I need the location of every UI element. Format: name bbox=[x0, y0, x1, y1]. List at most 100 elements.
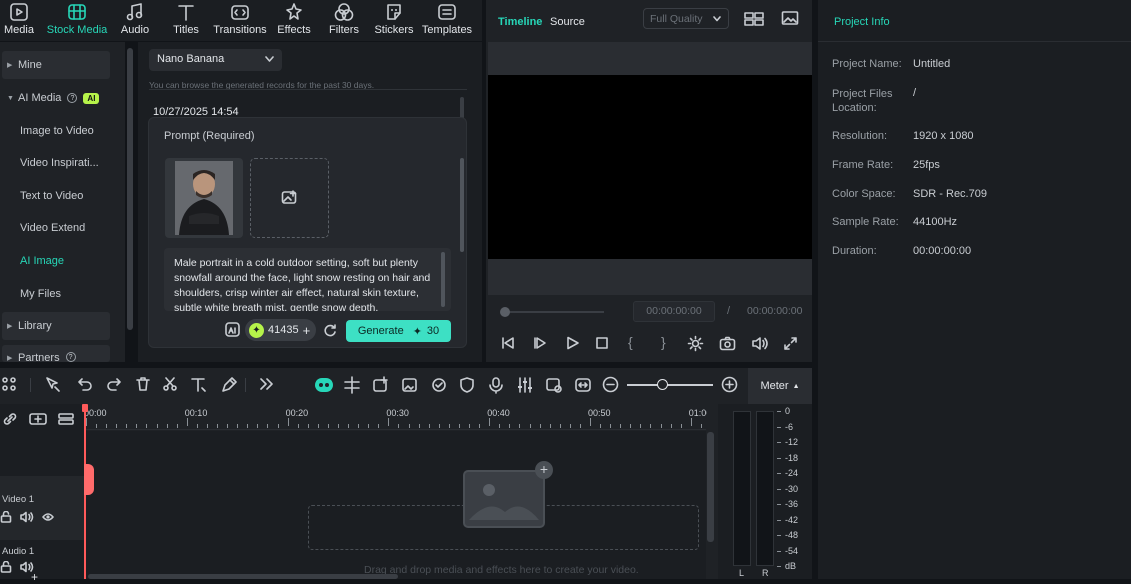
sidebar-item-ai-image[interactable]: AI Image bbox=[2, 247, 110, 275]
sidebar-scrollbar[interactable] bbox=[127, 48, 133, 330]
sidebar-item-video-inspiration[interactable]: Video Inspirati... bbox=[2, 149, 110, 177]
multicam-icon[interactable] bbox=[372, 376, 390, 394]
playhead-knob[interactable] bbox=[500, 307, 510, 317]
tab-timeline[interactable]: Timeline bbox=[498, 16, 542, 28]
lock-icon[interactable] bbox=[0, 511, 12, 523]
refresh-icon[interactable] bbox=[323, 323, 337, 337]
model-select[interactable]: Nano Banana bbox=[149, 49, 282, 71]
play-frame-icon[interactable] bbox=[532, 335, 548, 351]
prompt-textarea[interactable]: Male portrait in a cold outdoor setting,… bbox=[164, 248, 451, 311]
tab-source[interactable]: Source bbox=[550, 16, 585, 28]
tab-effects[interactable]: Effects bbox=[275, 0, 313, 41]
sidebar-item-video-extend[interactable]: Video Extend bbox=[2, 214, 110, 242]
fullscreen-icon[interactable] bbox=[783, 336, 798, 351]
timeline-vscrollbar[interactable] bbox=[707, 432, 714, 542]
fit-timeline-icon[interactable] bbox=[574, 376, 592, 394]
zoom-out-icon[interactable] bbox=[602, 376, 619, 393]
text-tool-icon[interactable] bbox=[190, 376, 208, 394]
select-tool-icon[interactable] bbox=[44, 376, 62, 394]
previous-frame-icon[interactable] bbox=[500, 335, 516, 351]
add-image-slot[interactable] bbox=[250, 158, 329, 238]
zoom-slider[interactable] bbox=[627, 384, 713, 386]
playhead-slider[interactable] bbox=[504, 311, 604, 313]
ruler-tick bbox=[176, 424, 178, 428]
split-icon[interactable] bbox=[162, 376, 178, 392]
generate-button[interactable]: Generate ✦ 30 bbox=[346, 320, 451, 342]
ruler-tick bbox=[559, 424, 561, 428]
sidebar-item-partners[interactable]: ▶ Partners ? bbox=[2, 345, 110, 362]
add-media-plus-icon[interactable]: + bbox=[535, 461, 553, 479]
sidebar-item-my-files[interactable]: My Files bbox=[2, 280, 110, 308]
undo-icon[interactable] bbox=[77, 376, 93, 392]
timeline-hscrollbar[interactable] bbox=[88, 574, 398, 579]
ruler-tick bbox=[469, 424, 471, 428]
auto-sync-icon[interactable] bbox=[430, 376, 448, 394]
zoom-in-icon[interactable] bbox=[721, 376, 738, 393]
shield-icon[interactable] bbox=[459, 376, 475, 394]
track-marker-tab[interactable] bbox=[84, 464, 94, 495]
play-icon[interactable] bbox=[564, 335, 580, 351]
tab-audio[interactable]: Audio bbox=[117, 0, 153, 41]
tab-media[interactable]: Media bbox=[0, 0, 38, 41]
card-scrollbar[interactable] bbox=[460, 158, 464, 252]
sidebar-item-library[interactable]: ▶ Library bbox=[2, 312, 110, 340]
image-insert-icon[interactable] bbox=[401, 376, 419, 394]
help-icon[interactable]: ? bbox=[67, 93, 78, 103]
link-icon[interactable] bbox=[2, 412, 18, 426]
add-track-icon[interactable] bbox=[29, 412, 47, 426]
snapshot-view-icon[interactable] bbox=[781, 10, 799, 26]
playhead-handle[interactable] bbox=[82, 404, 88, 412]
grid-view-icon[interactable] bbox=[744, 11, 764, 27]
history-scrollbar[interactable] bbox=[460, 97, 464, 119]
ruler-tick bbox=[206, 424, 208, 428]
eye-icon[interactable] bbox=[42, 512, 54, 522]
color-pen-icon[interactable] bbox=[220, 376, 238, 394]
delete-icon[interactable] bbox=[135, 376, 151, 392]
tab-filters[interactable]: Filters bbox=[327, 0, 361, 41]
video-canvas[interactable] bbox=[488, 75, 812, 259]
stop-icon[interactable] bbox=[595, 336, 609, 350]
render-settings-icon[interactable] bbox=[687, 335, 704, 352]
reference-image[interactable] bbox=[165, 158, 243, 238]
meter-button[interactable]: Meter ▲ bbox=[748, 368, 812, 404]
layout-grid-icon[interactable] bbox=[1, 376, 17, 392]
ruler-tick bbox=[317, 424, 319, 428]
mark-in-icon[interactable]: { bbox=[628, 334, 633, 350]
more-tools-icon[interactable] bbox=[258, 376, 274, 392]
current-time[interactable]: 00:00:00:00 bbox=[633, 301, 715, 322]
tab-stickers[interactable]: Stickers bbox=[374, 0, 414, 41]
tab-titles[interactable]: Titles bbox=[168, 0, 204, 41]
redo-icon[interactable] bbox=[106, 376, 122, 392]
audio-mixer-icon[interactable] bbox=[516, 376, 534, 394]
ruler-tick bbox=[146, 424, 148, 428]
snapshot-icon[interactable] bbox=[719, 336, 736, 351]
ai-mate-icon[interactable] bbox=[314, 376, 334, 394]
zoom-slider-knob[interactable] bbox=[657, 379, 668, 390]
render-preview-icon[interactable] bbox=[545, 376, 563, 394]
ruler-tick bbox=[267, 424, 269, 428]
tab-templates[interactable]: Templates bbox=[421, 0, 473, 41]
credits-pill[interactable]: ✦ 41435 + bbox=[245, 319, 316, 341]
ruler-tick bbox=[166, 424, 168, 428]
sidebar-item-ai-media[interactable]: ▼ AI Media ? AI bbox=[2, 84, 110, 112]
tab-stock-media[interactable]: Stock Media bbox=[44, 0, 110, 41]
quality-select[interactable]: Full Quality bbox=[643, 8, 729, 29]
microphone-icon[interactable] bbox=[488, 376, 504, 394]
snap-icon[interactable] bbox=[343, 376, 361, 394]
sidebar-item-text-to-video[interactable]: Text to Video bbox=[2, 182, 110, 210]
add-track-plus-icon[interactable]: + bbox=[31, 570, 38, 584]
meter-tick bbox=[777, 519, 781, 521]
prompt-scrollbar[interactable] bbox=[441, 252, 445, 307]
mark-out-icon[interactable]: } bbox=[661, 334, 666, 350]
ruler-tick bbox=[368, 424, 370, 428]
volume-icon[interactable] bbox=[20, 511, 34, 523]
track-manager-icon[interactable] bbox=[58, 412, 74, 426]
volume-icon[interactable] bbox=[751, 336, 768, 351]
tab-transitions[interactable]: Transitions bbox=[212, 0, 268, 41]
ai-assist-icon[interactable] bbox=[224, 321, 242, 339]
add-credits-icon[interactable]: + bbox=[303, 323, 311, 338]
help-icon[interactable]: ? bbox=[65, 352, 76, 362]
sidebar-item-mine[interactable]: ▶ Mine bbox=[2, 51, 110, 79]
lock-icon[interactable] bbox=[0, 561, 12, 573]
sidebar-item-image-to-video[interactable]: Image to Video bbox=[2, 117, 110, 145]
